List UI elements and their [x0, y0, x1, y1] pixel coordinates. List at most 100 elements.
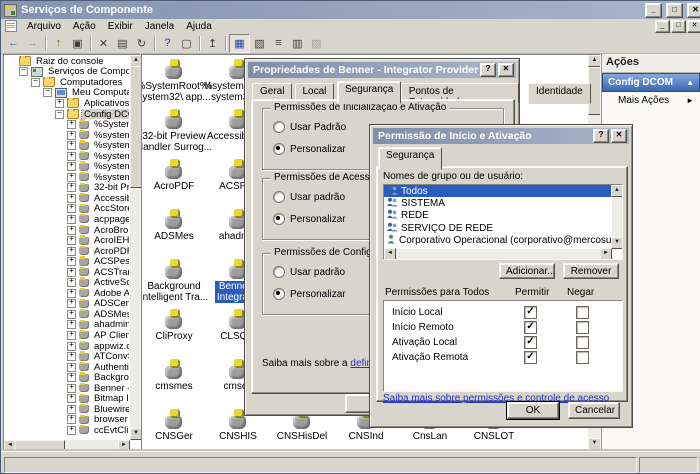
new-window-icon[interactable]: ▢ [177, 35, 196, 52]
tree-expander-icon[interactable]: + [67, 204, 76, 213]
tree-item-bluewire-ung[interactable]: +Bluewire ung [5, 404, 129, 415]
deny-checkbox-ativacao-local[interactable] [576, 336, 589, 349]
mdi-restore-button[interactable]: □ [671, 20, 686, 33]
tab-identidade[interactable]: Identidade [528, 83, 591, 104]
deny-checkbox-ativacao-remota[interactable] [576, 351, 589, 364]
tree-expander-icon[interactable]: + [67, 278, 76, 287]
tree-expander-icon[interactable]: + [55, 99, 64, 108]
dcom-item--systemroot-[interactable]: %SystemRoot%\ system32\ app... [142, 59, 206, 103]
tree-item-ahadmin[interactable]: +ahadmin [5, 320, 129, 331]
tree-item--systemroot-[interactable]: +%systemroot%\ [5, 172, 129, 183]
radio-option-personalizar[interactable]: Personalizar [273, 143, 346, 155]
tree-expander-icon[interactable]: + [67, 331, 76, 340]
tree-expander-icon[interactable]: + [67, 131, 76, 140]
tree-expander-icon[interactable]: + [67, 162, 76, 171]
menu-janela[interactable]: Janela [139, 20, 180, 33]
actions-group-config-dcom[interactable]: Config DCOM ▲ [602, 73, 700, 92]
permission-dialog-titlebar[interactable]: Permissão de Início e Ativação ? ✕ [373, 128, 629, 144]
tree-expander-icon[interactable]: + [67, 373, 76, 382]
tree-expander-icon[interactable]: + [67, 215, 76, 224]
tree-expander-icon[interactable]: + [67, 384, 76, 393]
radio-icon[interactable] [273, 191, 285, 203]
deny-checkbox-inicio-remoto[interactable] [576, 321, 589, 334]
view-list-icon[interactable]: ≡ [269, 35, 288, 52]
show-console-tree-icon[interactable]: ▣ [68, 35, 87, 52]
tree-expander-icon[interactable]: + [67, 289, 76, 298]
delete-icon[interactable]: ✕ [94, 35, 113, 52]
tree-horizontal-scrollbar[interactable]: ◄ ► [4, 440, 130, 450]
tree-expander-icon[interactable]: + [67, 226, 76, 235]
tree-expander-icon[interactable]: − [19, 67, 28, 76]
scroll-down-icon[interactable]: ▼ [611, 237, 623, 249]
menu-exibir[interactable]: Exibir [102, 20, 139, 33]
scroll-up-icon[interactable]: ▲ [588, 55, 601, 67]
view-details-icon[interactable]: ▥ [288, 35, 307, 52]
tree-expander-icon[interactable]: + [67, 141, 76, 150]
scroll-right-icon[interactable]: ► [600, 248, 612, 260]
tree-item-bitmap-imag[interactable]: +Bitmap Imag [5, 394, 129, 405]
menu-arquivo[interactable]: Arquivo [21, 20, 67, 33]
tree-expander-icon[interactable]: − [31, 78, 40, 87]
tree-item-adsmes[interactable]: +ADSMes [5, 309, 129, 320]
tree-item-adscen[interactable]: +ADSCen [5, 299, 129, 310]
tree-item-acstran[interactable]: +ACSTran [5, 267, 129, 278]
radio-icon[interactable] [273, 288, 285, 300]
tree-expander-icon[interactable]: + [67, 120, 76, 129]
help-icon[interactable]: ? [593, 129, 609, 143]
properties-icon[interactable]: ▤ [113, 35, 132, 52]
dcom-item-acropdf[interactable]: AcroPDF [142, 159, 206, 192]
tree-item--systemroot-[interactable]: +%SystemRoot%\ [5, 119, 129, 130]
radio-option-usar-padrao[interactable]: Usar padrão [273, 191, 345, 203]
allow-checkbox-inicio-local[interactable]: ✓ [524, 306, 537, 319]
user-list-hscroll[interactable]: ◄ ► [384, 249, 612, 259]
tree-item-32-bit-preview-h[interactable]: +32-bit Preview H [5, 183, 129, 194]
collapse-icon[interactable]: ▲ [686, 78, 694, 87]
refresh-icon[interactable]: ↻ [132, 35, 151, 52]
tree-expander-icon[interactable]: + [67, 320, 76, 329]
radio-option-personalizar[interactable]: Personalizar [273, 213, 346, 225]
tree-item-servicos-de-componente[interactable]: −Serviços de Componente [5, 67, 129, 78]
tree-expander-icon[interactable]: + [67, 152, 76, 161]
tree-item-browser[interactable]: +browser [5, 415, 129, 426]
tree-expander-icon[interactable]: + [67, 247, 76, 256]
maximize-button[interactable]: □ [666, 3, 683, 18]
tree-item-meu-computador[interactable]: −Meu Computador [5, 88, 129, 99]
tree-item-computadores[interactable]: −Computadores [5, 77, 129, 88]
cancel-button[interactable]: Cancelar [568, 402, 620, 419]
mdi-close-button[interactable]: ✕ [687, 20, 700, 33]
close-icon[interactable]: ✕ [498, 63, 514, 77]
tree-item--systemroot-[interactable]: +%systemroot%\ [5, 161, 129, 172]
view-large-icons-icon[interactable]: ▦ [229, 34, 250, 53]
tree-expander-icon[interactable]: + [67, 405, 76, 414]
properties-dialog-titlebar[interactable]: Propriedades de Benner - Integrator Prov… [248, 62, 516, 78]
user-listbox[interactable]: TodosSISTEMAREDESERVIÇO DE REDECorporati… [383, 184, 623, 260]
tree-expander-icon[interactable]: − [43, 88, 52, 97]
scroll-down-icon[interactable]: ▼ [588, 438, 601, 450]
close-button[interactable]: ✕ [687, 3, 700, 18]
deny-checkbox-inicio-local[interactable] [576, 306, 589, 319]
scroll-left-icon[interactable]: ◄ [384, 248, 396, 260]
tree-item-config-dcom[interactable]: −Config DCOM [5, 109, 129, 120]
dcom-item-adsmes[interactable]: ADSMes [142, 209, 206, 242]
allow-checkbox-ativacao-remota[interactable]: ✓ [524, 351, 537, 364]
allow-checkbox-ativacao-local[interactable]: ✓ [524, 336, 537, 349]
allow-checkbox-inicio-remoto[interactable]: ✓ [524, 321, 537, 334]
tree-item--systemroot-[interactable]: +%systemroot%\ [5, 140, 129, 151]
tree-item-benner-int[interactable]: +Benner - Int [5, 383, 129, 394]
user-item-corporativo-operacional-corporativo-mercosulsc-com-[interactable]: Corporativo Operacional (corporativo@mer… [384, 235, 612, 247]
radio-option-personalizar[interactable]: Personalizar [273, 288, 346, 300]
up-one-level-icon[interactable]: ↑ [49, 35, 68, 52]
tree-item-activesockets[interactable]: +ActiveSockets [5, 277, 129, 288]
tree-item-acrobroker[interactable]: +AcroBroker [5, 225, 129, 236]
tree-item-ccevtcli[interactable]: +ccEvtCli [5, 425, 129, 436]
title-bar[interactable]: Serviços de Componente _ □ ✕ [1, 1, 700, 19]
forward-icon[interactable]: → [23, 35, 42, 52]
tree-expander-icon[interactable]: + [67, 342, 76, 351]
remove-button[interactable]: Remover [563, 263, 619, 279]
tree-item-authenticatio[interactable]: +Authenticatio [5, 362, 129, 373]
tree-item-aplicativos-com[interactable]: +Aplicativos COM [5, 98, 129, 109]
tree-item-atconvs[interactable]: +ATConvS [5, 351, 129, 362]
tree-expander-icon[interactable]: + [67, 363, 76, 372]
user-item-servico-de-rede[interactable]: SERVIÇO DE REDE [384, 222, 612, 234]
tree-expander-icon[interactable]: + [67, 257, 76, 266]
